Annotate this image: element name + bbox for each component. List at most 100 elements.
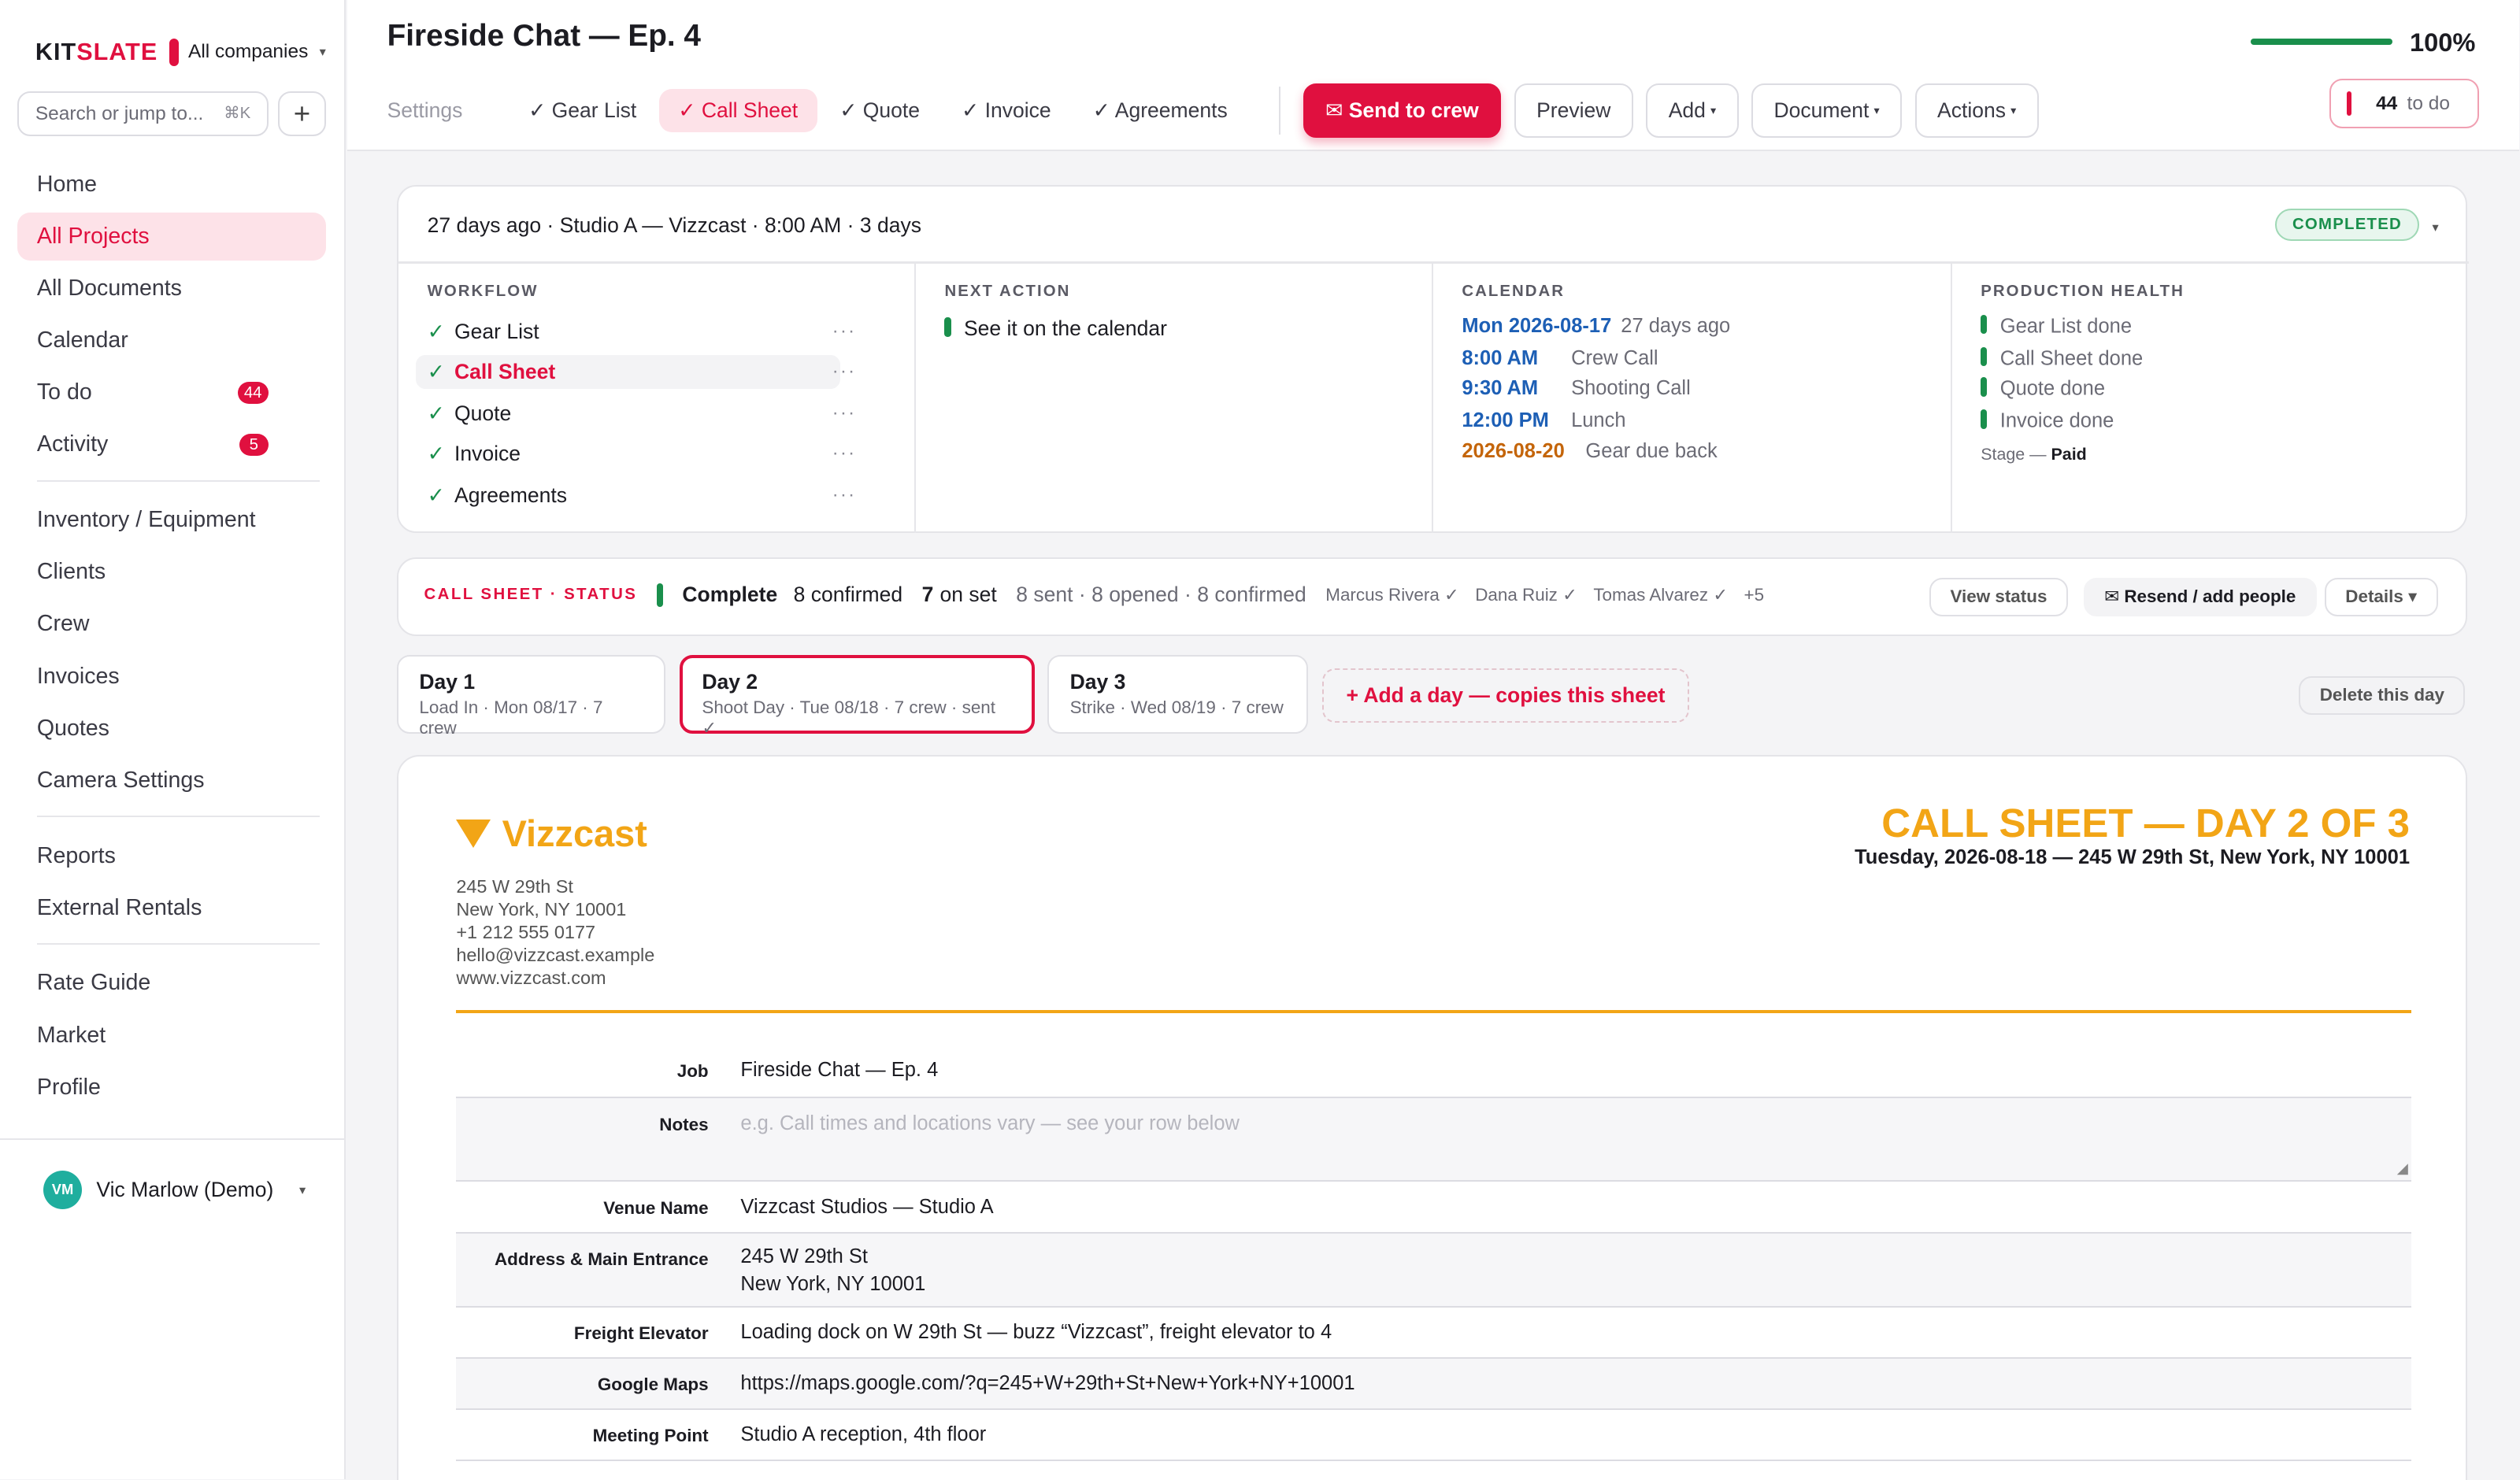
- venue-value[interactable]: Vizzcast Studios — Studio A: [740, 1193, 993, 1221]
- completion-percent: 100%: [2409, 27, 2476, 57]
- sidebar-item-external-rentals[interactable]: External Rentals: [17, 884, 326, 932]
- progress-fill: [2251, 38, 2392, 46]
- calendar-column: CALENDAR Mon 2026-08-17 27 days ago 8:00 …: [1433, 263, 1952, 534]
- field-google-maps: Google Maps https://maps.google.com/?q=2…: [456, 1358, 2411, 1411]
- sidebar-item-invoices[interactable]: Invoices: [17, 652, 326, 700]
- production-health-column: PRODUCTION HEALTH Gear List done Call Sh…: [1952, 264, 2470, 534]
- more-icon[interactable]: ···: [832, 484, 857, 506]
- sidebar-item-clients[interactable]: Clients: [17, 548, 326, 596]
- check-icon: ✓: [427, 483, 445, 507]
- chevron-down-icon: ▾: [319, 45, 326, 60]
- field-label: Notes: [659, 1114, 709, 1134]
- sidebar-item-market[interactable]: Market: [17, 1011, 326, 1059]
- more-icon[interactable]: ···: [832, 442, 857, 464]
- sidebar-item-label: Clients: [36, 559, 106, 585]
- sidebar-item-crew[interactable]: Crew: [17, 600, 326, 648]
- view-status-button[interactable]: View status: [1929, 578, 2068, 617]
- address-value[interactable]: 245 W 29th St New York, NY 10001: [740, 1243, 925, 1297]
- sidebar-item-profile[interactable]: Profile: [17, 1064, 326, 1112]
- crew-person: Marcus Rivera ✓: [1325, 584, 1459, 605]
- address-line: 245 W 29th St: [456, 875, 573, 897]
- stage-label: Stage —: [1981, 445, 2047, 464]
- triangle-logo-icon: [456, 820, 491, 848]
- document-menu-label: Document: [1773, 98, 1870, 123]
- next-action-link[interactable]: See it on the calendar: [944, 316, 1167, 341]
- workflow-item-agreements[interactable]: ✓ Agreements ···: [416, 479, 855, 512]
- tab-invoice[interactable]: ✓ Invoice: [943, 89, 1071, 132]
- calendar-row: 2026-08-20 Gear due back: [1462, 440, 1717, 463]
- tab-call-sheet[interactable]: ✓ Call Sheet: [658, 89, 817, 133]
- chevron-down-icon[interactable]: ▾: [2433, 220, 2439, 235]
- sidebar-item-activity[interactable]: Activity 5: [17, 420, 326, 468]
- sidebar-item-label: Reports: [36, 842, 116, 868]
- tab-quote[interactable]: ✓ Quote: [821, 89, 939, 132]
- delete-day-button[interactable]: Delete this day: [2299, 675, 2466, 715]
- meeting-point-value[interactable]: Studio A reception, 4th floor: [740, 1421, 986, 1449]
- resize-handle-icon[interactable]: ◢: [2397, 1160, 2408, 1177]
- status-dot-icon: [1981, 409, 1988, 429]
- workflow-item-quote[interactable]: ✓ Quote ···: [416, 397, 855, 431]
- job-value[interactable]: Fireside Chat — Ep. 4: [740, 1056, 938, 1084]
- tab-settings[interactable]: Settings: [387, 89, 506, 132]
- resend-add-people-button[interactable]: ✉ Resend / add people: [2083, 578, 2317, 617]
- details-menu-button[interactable]: Details ▾: [2324, 578, 2438, 617]
- sidebar-item-inventory[interactable]: Inventory / Equipment: [17, 496, 326, 544]
- day-subtitle: Load In · Mon 08/17 · 7 crew: [419, 697, 603, 738]
- sidebar-item-calendar[interactable]: Calendar: [17, 316, 326, 364]
- field-notes[interactable]: Notes e.g. Call times and locations vary…: [456, 1098, 2411, 1182]
- completion-progress-bar: [2251, 38, 2392, 46]
- sidebar-item-quotes[interactable]: Quotes: [17, 705, 326, 753]
- sidebar-item-home[interactable]: Home: [17, 161, 326, 209]
- sidebar-item-camera-settings[interactable]: Camera Settings: [17, 757, 326, 805]
- company-switcher[interactable]: KITSLATE All companies ▾: [35, 39, 326, 66]
- sidebar-item-all-projects[interactable]: All Projects: [17, 213, 327, 261]
- confirmed-count-secondary: 8: [1197, 583, 1209, 607]
- field-label: Address & Main Entrance: [494, 1249, 709, 1270]
- sidebar-item-all-documents[interactable]: All Documents: [17, 265, 326, 313]
- search-input[interactable]: Search or jump to... ⌘K: [17, 91, 269, 137]
- more-icon[interactable]: ···: [832, 320, 857, 342]
- check-icon: ✓: [427, 401, 445, 425]
- add-menu-button[interactable]: Add ▾: [1646, 83, 1739, 139]
- sidebar-item-reports[interactable]: Reports: [17, 831, 326, 879]
- user-menu[interactable]: VM Vic Marlow (Demo) ▾: [43, 1171, 306, 1210]
- chevron-down-icon: ▾: [298, 1182, 306, 1197]
- new-item-button[interactable]: +: [277, 91, 327, 137]
- day-title: Day 3: [1069, 669, 1126, 694]
- tab-agreements[interactable]: ✓ Agreements: [1073, 89, 1247, 132]
- check-icon: ✓: [427, 441, 445, 465]
- more-icon[interactable]: ···: [832, 402, 857, 424]
- workflow-item-call-sheet[interactable]: ✓ Call Sheet ···: [416, 354, 854, 389]
- freight-value[interactable]: Loading dock on W 29th St — buzz “Vizzca…: [740, 1319, 1332, 1346]
- workflow-item-gear-list[interactable]: ✓ Gear List ···: [416, 315, 855, 349]
- tab-gear-list[interactable]: ✓ Gear List: [510, 89, 656, 132]
- sidebar-item-todo[interactable]: To do 44: [17, 368, 326, 416]
- document-menu-button[interactable]: Document ▾: [1751, 83, 1903, 139]
- more-crew-count: +5: [1744, 584, 1765, 605]
- notes-textarea[interactable]: e.g. Call times and locations vary — see…: [740, 1110, 1240, 1138]
- workflow-item-invoice[interactable]: ✓ Invoice ···: [416, 437, 855, 471]
- company-contact: 245 W 29th St New York, NY 10001 +1 212 …: [456, 875, 654, 990]
- calendar-desc: Crew Call: [1571, 346, 1658, 369]
- todo-count-button[interactable]: 44 to do: [2329, 78, 2479, 129]
- nav-divider: [36, 479, 320, 482]
- more-icon[interactable]: ···: [832, 361, 857, 383]
- preview-button[interactable]: Preview: [1514, 83, 1633, 139]
- day-tab-2[interactable]: Day 2 Shoot Day · Tue 08/18 · 7 crew · s…: [679, 655, 1035, 738]
- email: hello@vizzcast.example: [456, 945, 655, 966]
- actions-menu-button[interactable]: Actions ▾: [1914, 83, 2039, 139]
- add-day-button[interactable]: + Add a day — copies this sheet: [1321, 668, 1689, 723]
- day-tab-1[interactable]: Day 1 Load In · Mon 08/17 · 7 crew: [396, 655, 665, 738]
- calendar-desc: Gear due back: [1585, 439, 1718, 462]
- google-maps-link[interactable]: https://maps.google.com/?q=245+W+29th+St…: [740, 1370, 1354, 1397]
- day-tab-3[interactable]: Day 3 Strike · Wed 08/19 · 7 crew: [1047, 655, 1308, 734]
- calendar-row: Mon 2026-08-17 27 days ago: [1462, 315, 1730, 338]
- opened-label: opened ·: [1109, 583, 1191, 607]
- sidebar-item-rate-guide[interactable]: Rate Guide: [17, 959, 326, 1007]
- sidebar-item-label: Calendar: [36, 327, 128, 353]
- day-title: Day 1: [419, 669, 476, 694]
- workflow-item-label: Call Sheet: [454, 359, 556, 383]
- send-to-crew-button[interactable]: ✉ Send to crew: [1303, 83, 1502, 139]
- workflow-item-label: Quote: [454, 401, 512, 425]
- day-subtitle: Shoot Day · Tue 08/18 · 7 crew · sent ✓: [702, 697, 996, 738]
